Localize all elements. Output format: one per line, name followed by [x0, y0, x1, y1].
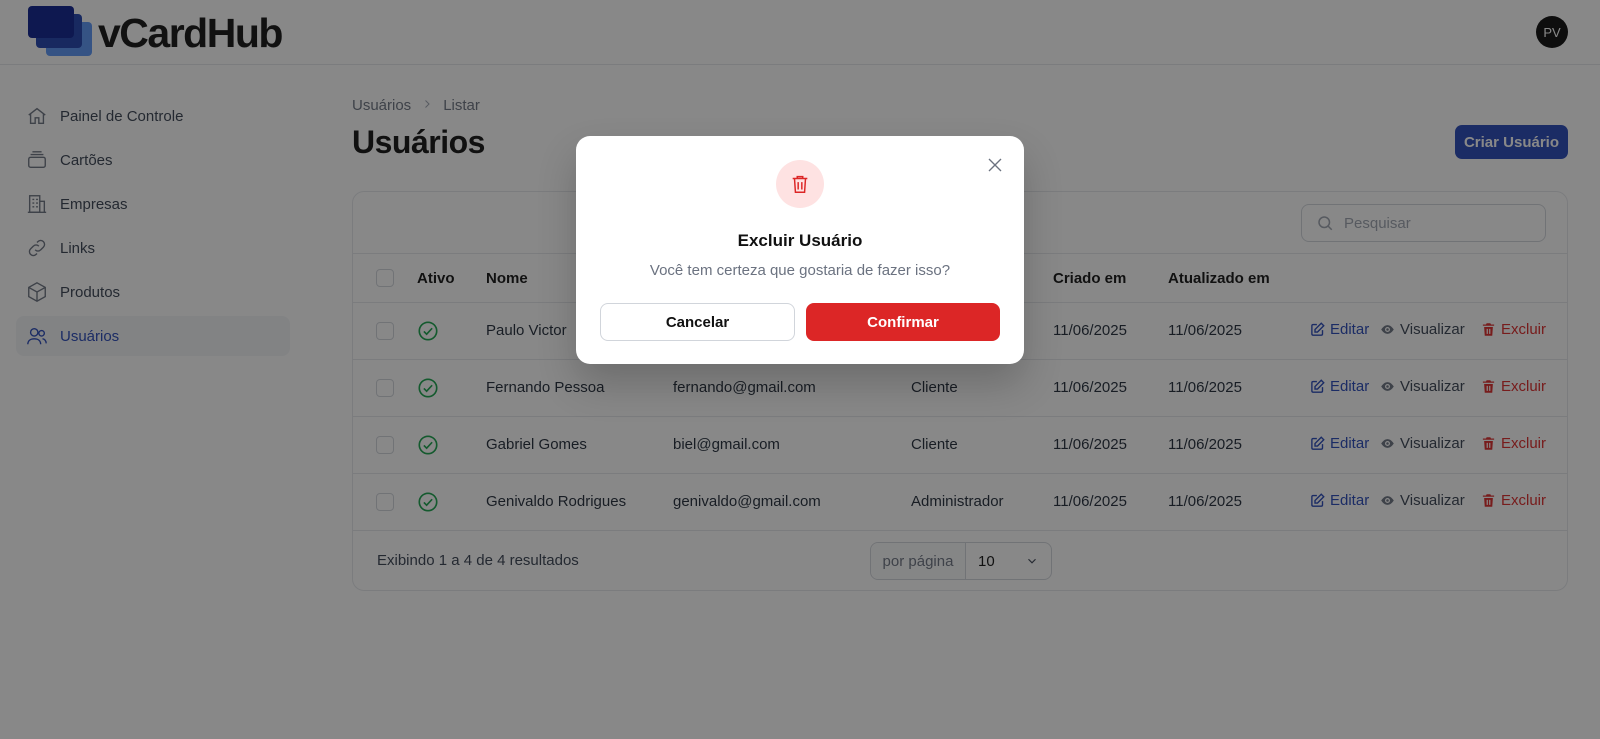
cancel-button[interactable]: Cancelar: [600, 303, 795, 341]
delete-user-dialog: Excluir Usuário Você tem certeza que gos…: [576, 136, 1024, 364]
dialog-title: Excluir Usuário: [737, 231, 863, 250]
close-icon[interactable]: [986, 156, 1004, 174]
modal-backdrop[interactable]: [0, 0, 1600, 739]
dialog-description: Você tem certeza que gostaria de fazer i…: [649, 262, 951, 279]
trash-icon: [776, 160, 824, 208]
confirm-button[interactable]: Confirmar: [806, 303, 1000, 341]
